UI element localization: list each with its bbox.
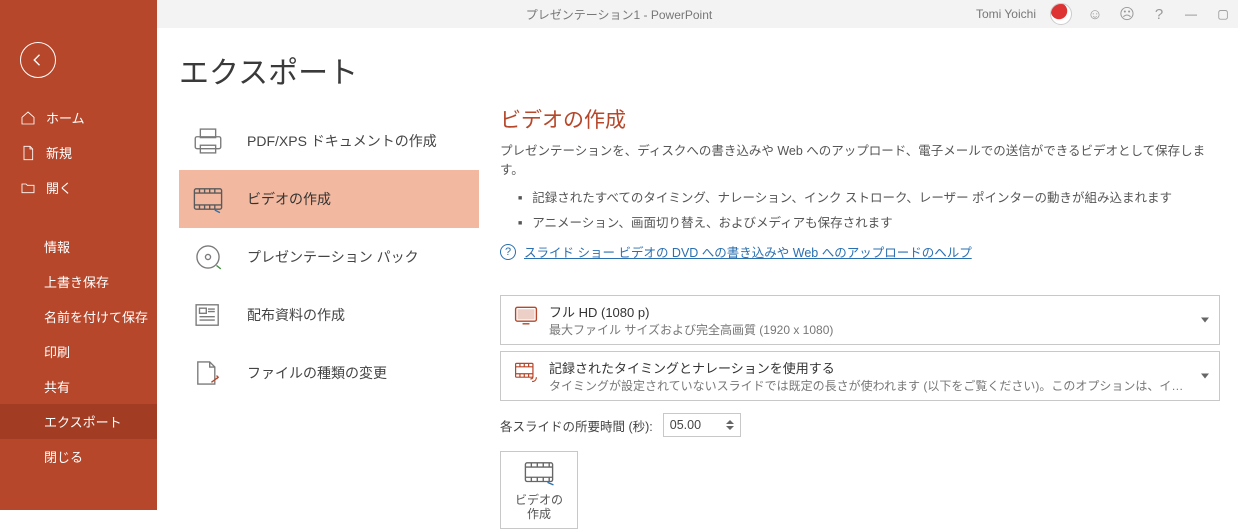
film-export-icon [522,459,556,487]
export-item-filetype[interactable]: ファイルの種類の変更 [179,344,479,402]
handout-icon [191,300,225,330]
help-link-row: ? スライド ショー ビデオの DVD への書き込みや Web へのアップロード… [500,242,1220,261]
document-icon [20,145,36,161]
sidebar-item-export[interactable]: エクスポート [0,404,157,439]
video-pane: ビデオの作成 プレゼンテーションを、ディスクへの書き込みや Web へのアップロ… [500,104,1220,529]
sidebar-label-print: 印刷 [44,342,70,361]
film-audio-icon [513,360,539,384]
sidebar-item-open[interactable]: 開く [0,170,157,205]
back-button[interactable] [20,42,56,78]
sidebar-item-close[interactable]: 閉じる [0,439,157,474]
window-title: プレゼンテーション1 - PowerPoint [526,6,712,23]
user-avatar[interactable] [1050,3,1072,25]
export-label-pdf: PDF/XPS ドキュメントの作成 [247,131,437,151]
create-label-2: 作成 [515,507,563,521]
chevron-down-icon [1201,318,1209,323]
sidebar-label-save: 上書き保存 [44,272,109,291]
sidebar-label-export: エクスポート [44,412,122,431]
face-sad-icon[interactable]: ☹ [1118,5,1136,23]
pane-bullet-1: 記録されたすべてのタイミング、ナレーション、インク ストローク、レーザー ポイン… [518,184,1220,209]
quality-subtitle: 最大ファイル サイズおよび完全高画質 (1920 x 1080) [549,321,1191,338]
export-label-handout: 配布資料の作成 [247,305,345,325]
title-bar: プレゼンテーション1 - PowerPoint Tomi Yoichi ☺ ☹ … [0,0,1238,28]
quality-title: フル HD (1080 p) [549,302,1191,321]
sidebar-label-new: 新規 [46,143,72,162]
sidebar-label-close: 閉じる [44,447,83,466]
maximize-button[interactable]: ▢ [1214,7,1232,21]
export-item-pdf[interactable]: PDF/XPS ドキュメントの作成 [179,112,479,170]
timing-subtitle: タイミングが設定されていないスライドでは既定の長さが使われます (以下をご覧くだ… [549,377,1191,394]
sidebar-item-share[interactable]: 共有 [0,369,157,404]
face-smile-icon[interactable]: ☺ [1086,6,1104,23]
create-video-button[interactable]: ビデオの 作成 [500,451,578,529]
film-icon [191,184,225,214]
user-name[interactable]: Tomi Yoichi [976,7,1036,21]
seconds-value: 05.00 [670,418,701,432]
sidebar-label-share: 共有 [44,377,70,396]
pane-description: プレゼンテーションを、ディスクへの書き込みや Web へのアップロード、電子メー… [500,140,1220,178]
seconds-label: 各スライドの所要時間 (秒): [500,416,653,435]
export-option-list: PDF/XPS ドキュメントの作成 ビデオの作成 プレゼンテーション パック 配… [179,112,479,402]
sidebar-item-home[interactable]: ホーム [0,100,157,135]
timing-dropdown[interactable]: 記録されたタイミングとナレーションを使用する タイミングが設定されていないスライ… [500,351,1220,401]
timing-title: 記録されたタイミングとナレーションを使用する [549,358,1191,377]
sidebar-label-saveas: 名前を付けて保存 [44,307,148,326]
sidebar-item-info[interactable]: 情報 [0,229,157,264]
sidebar-label-open: 開く [46,178,72,197]
monitor-icon [513,304,539,328]
help-circle-icon: ? [500,244,516,260]
export-item-handout[interactable]: 配布資料の作成 [179,286,479,344]
sidebar-label-home: ホーム [46,108,85,127]
pane-title: ビデオの作成 [500,104,1220,134]
home-icon [20,110,36,126]
seconds-row: 各スライドの所要時間 (秒): 05.00 [500,413,1220,437]
quality-dropdown[interactable]: フル HD (1080 p) 最大ファイル サイズおよび完全高画質 (1920 … [500,295,1220,345]
help-icon[interactable]: ? [1150,6,1168,23]
create-label-1: ビデオの [515,493,563,507]
sidebar-item-print[interactable]: 印刷 [0,334,157,369]
minimize-button[interactable]: — [1182,7,1200,21]
spinner-icon[interactable] [726,416,738,434]
folder-open-icon [20,180,36,196]
sidebar-label-info: 情報 [44,237,70,256]
backstage-sidebar: ホーム 新規 開く 情報 上書き保存 名前を付けて保存 印刷 共有 エクスポート… [0,0,157,510]
pane-bullet-2: アニメーション、画面切り替え、およびメディアも保存されます [518,209,1220,234]
sidebar-item-save[interactable]: 上書き保存 [0,264,157,299]
export-label-package: プレゼンテーション パック [247,247,419,267]
export-label-filetype: ファイルの種類の変更 [247,363,387,383]
export-item-package[interactable]: プレゼンテーション パック [179,228,479,286]
printer-icon [191,126,225,156]
chevron-down-icon [1201,374,1209,379]
export-label-video: ビデオの作成 [247,189,331,209]
disc-icon [191,242,225,272]
page-title: エクスポート [179,48,1220,92]
change-filetype-icon [191,358,225,388]
help-link[interactable]: スライド ショー ビデオの DVD への書き込みや Web へのアップロードのヘ… [524,242,972,261]
sidebar-item-saveas[interactable]: 名前を付けて保存 [0,299,157,334]
sidebar-item-new[interactable]: 新規 [0,135,157,170]
export-item-video[interactable]: ビデオの作成 [179,170,479,228]
seconds-input[interactable]: 05.00 [663,413,741,437]
